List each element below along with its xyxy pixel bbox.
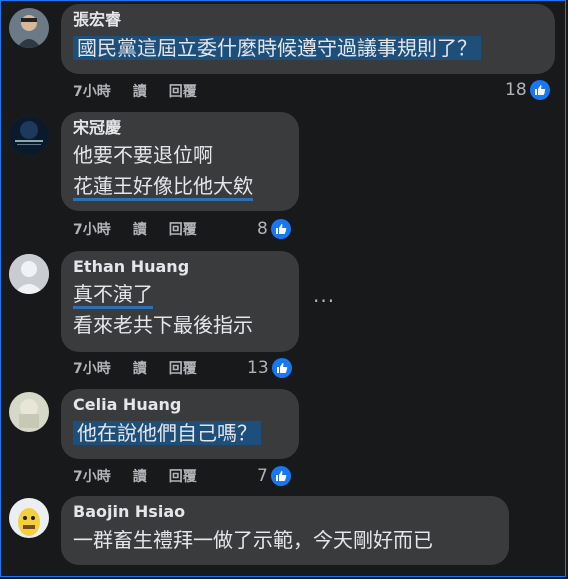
comment-text: 花蓮王好像比他大欸 — [73, 174, 253, 201]
timestamp[interactable]: 7小時 — [73, 221, 111, 239]
reply-button[interactable]: 回覆 — [169, 83, 197, 101]
comment-thread: 張宏睿 國民黨這屆立委什麼時候遵守過議事規則了？ 7小時 讀 回覆 18 宋冠慶… — [0, 0, 566, 577]
avatar[interactable] — [9, 498, 49, 538]
like-count: 13 — [247, 358, 269, 378]
comment-text: 他要不要退位啊 — [73, 143, 213, 167]
thumbs-up-icon — [529, 80, 550, 100]
like-count: 8 — [257, 219, 268, 239]
thumbs-up-icon — [270, 466, 291, 486]
avatar[interactable] — [9, 392, 49, 432]
reaction-count[interactable]: 8 — [257, 219, 291, 239]
avatar[interactable] — [9, 8, 49, 48]
comment-actions: 7小時 讀 回覆 — [73, 221, 197, 239]
read-button[interactable]: 讀 — [133, 468, 147, 486]
more-options-icon[interactable]: ··· — [313, 289, 335, 313]
read-button[interactable]: 讀 — [133, 83, 147, 101]
comment-actions: 7小時 讀 回覆 — [73, 468, 197, 486]
read-button[interactable]: 讀 — [133, 360, 147, 378]
reaction-count[interactable]: 18 — [505, 80, 550, 100]
author-name[interactable]: 張宏睿 — [73, 10, 543, 30]
comment-actions: 7小時 讀 回覆 — [73, 83, 197, 101]
author-name[interactable]: Ethan Huang — [73, 257, 287, 277]
read-button[interactable]: 讀 — [133, 221, 147, 239]
comment-text: 一群畜生禮拜一做了示範，今天剛好而已 — [73, 528, 433, 552]
comment-bubble: Ethan Huang 真不演了 看來老共下最後指示 — [61, 251, 299, 352]
comment-bubble: Celia Huang 他在說他們自己嗎？ — [61, 389, 299, 459]
like-count: 18 — [505, 80, 527, 100]
thumbs-up-icon — [270, 219, 291, 239]
timestamp[interactable]: 7小時 — [73, 360, 111, 378]
reply-button[interactable]: 回覆 — [169, 221, 197, 239]
author-name[interactable]: 宋冠慶 — [73, 118, 287, 138]
comment-text: 真不演了 — [73, 282, 153, 309]
timestamp[interactable]: 7小時 — [73, 468, 111, 486]
avatar[interactable] — [9, 254, 49, 294]
reply-button[interactable]: 回覆 — [169, 360, 197, 378]
comment-bubble: Baojin Hsiao 一群畜生禮拜一做了示範，今天剛好而已 — [61, 496, 509, 565]
comment-bubble: 宋冠慶 他要不要退位啊 花蓮王好像比他大欸 — [61, 112, 299, 211]
reply-button[interactable]: 回覆 — [169, 468, 197, 486]
reaction-count[interactable]: 7 — [257, 466, 291, 486]
timestamp[interactable]: 7小時 — [73, 83, 111, 101]
avatar[interactable] — [9, 116, 49, 156]
comment-actions: 7小時 讀 回覆 — [73, 360, 197, 378]
comment-text: 國民黨這屆立委什麼時候遵守過議事規則了？ — [73, 36, 481, 60]
author-name[interactable]: Celia Huang — [73, 395, 287, 415]
thumbs-up-icon — [271, 358, 292, 378]
comment-text: 看來老共下最後指示 — [73, 313, 253, 337]
author-name[interactable]: Baojin Hsiao — [73, 502, 497, 522]
like-count: 7 — [257, 466, 268, 486]
comment-bubble: 張宏睿 國民黨這屆立委什麼時候遵守過議事規則了？ — [61, 4, 555, 74]
reaction-count[interactable]: 13 — [247, 358, 292, 378]
comment-text: 他在說他們自己嗎？ — [73, 421, 261, 445]
